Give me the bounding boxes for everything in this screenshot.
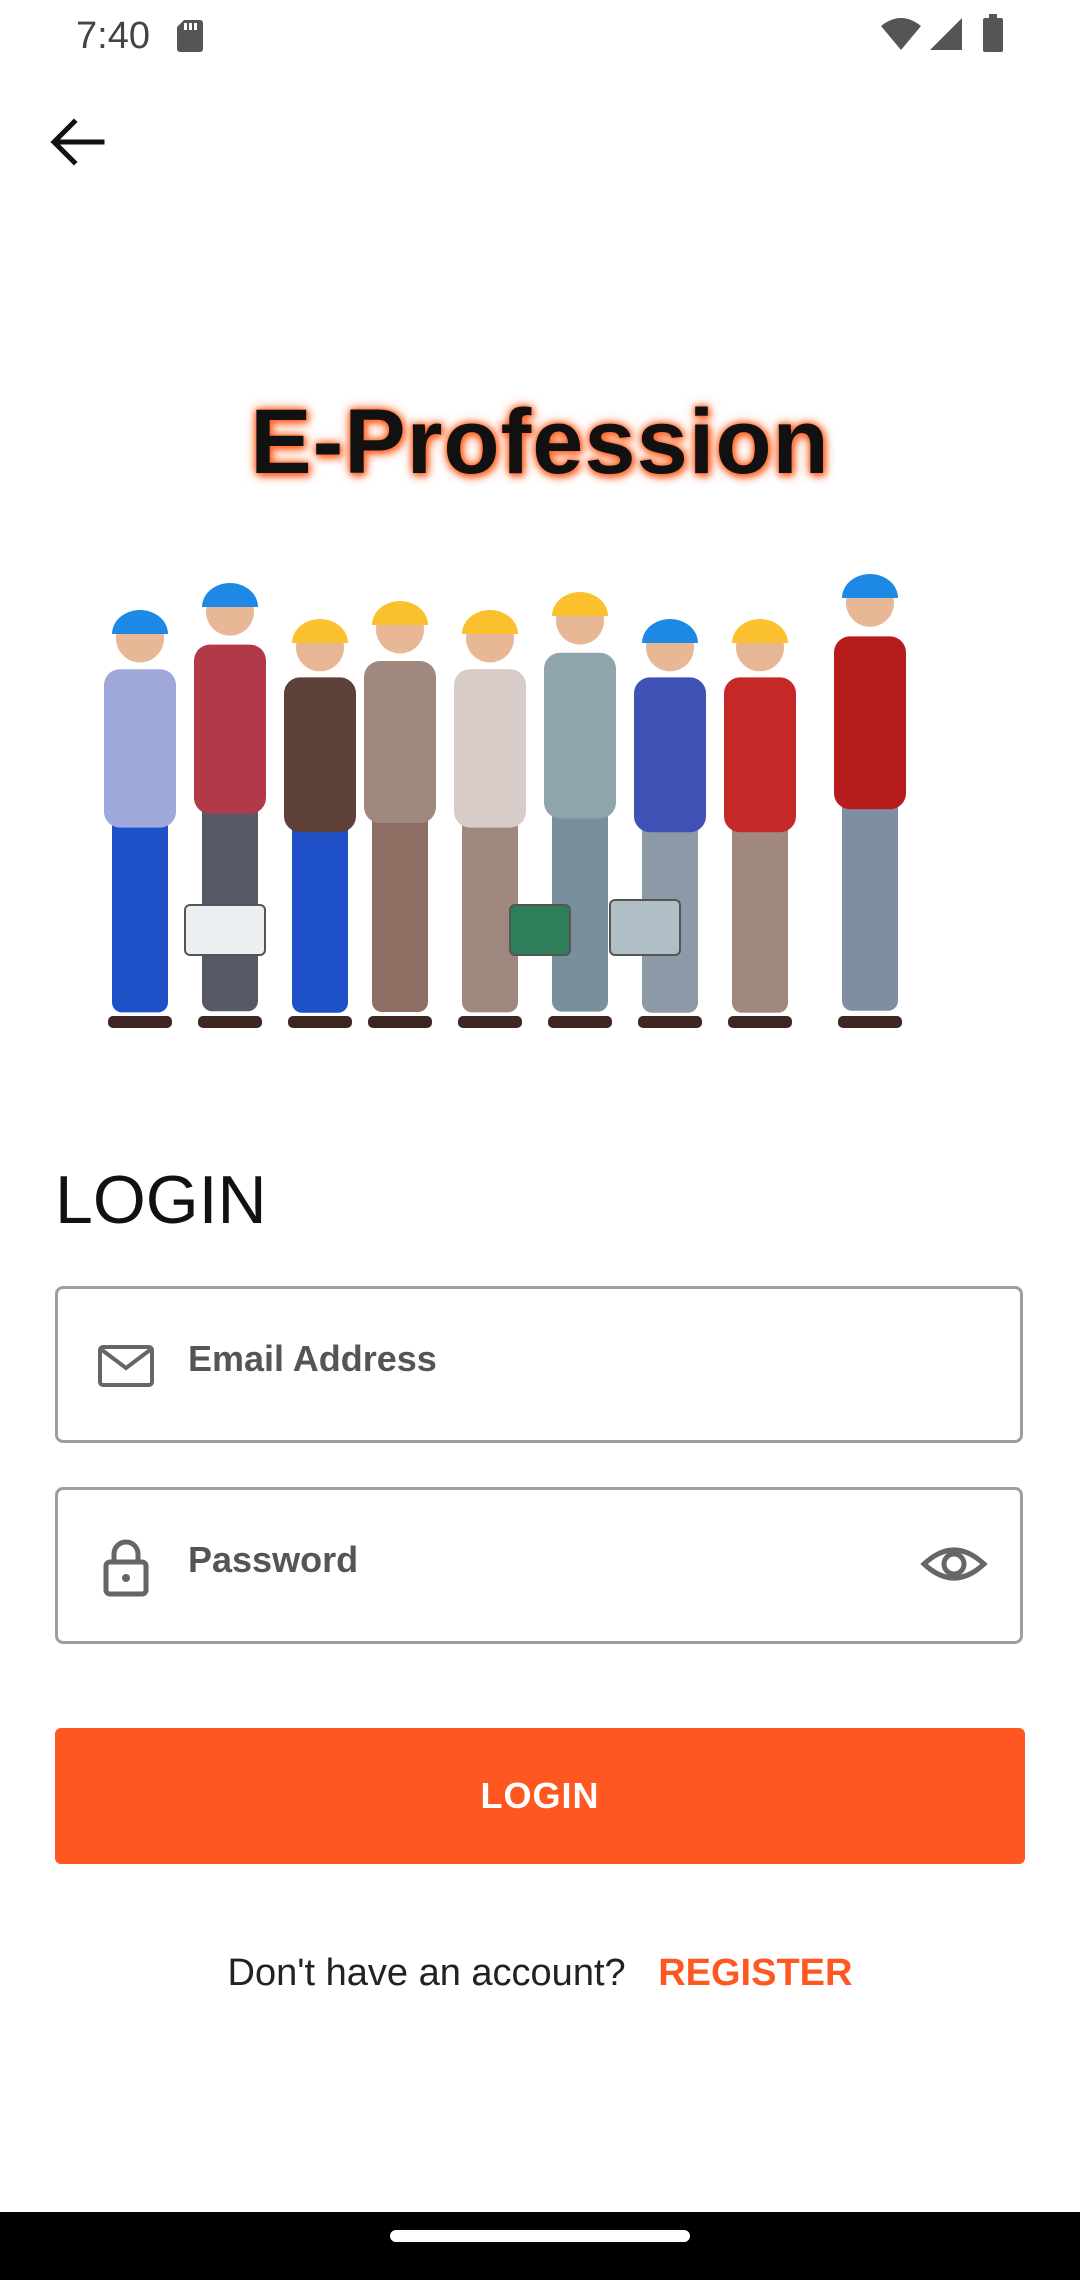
back-arrow-icon — [50, 118, 105, 166]
eye-icon — [920, 1547, 988, 1581]
login-screen: 7:40 E-Profession LOGIN Email Address LO… — [0, 0, 1080, 2280]
wifi-icon — [881, 18, 921, 50]
worker-figure-part — [288, 1016, 352, 1028]
home-gesture-handle[interactable] — [390, 2230, 690, 2242]
toolbox — [509, 904, 571, 956]
worker-figure-part — [112, 810, 168, 1013]
system-nav-bar — [0, 2212, 1080, 2280]
register-row: Don't have an account? REGISTER — [0, 1946, 1080, 2000]
toolbox — [609, 899, 681, 956]
register-link[interactable]: REGISTER — [658, 1952, 852, 1994]
worker-figure-part — [838, 1016, 902, 1028]
worker-figure-part — [724, 677, 796, 833]
worker-figure-part — [732, 619, 788, 643]
worker-figure-part — [634, 677, 706, 833]
login-heading: LOGIN — [55, 1162, 267, 1238]
worker-figure-part — [364, 661, 436, 823]
worker-figure-part — [642, 619, 698, 643]
battery-icon — [983, 14, 1003, 52]
worker-figure-part — [104, 669, 176, 828]
worker-figure-part — [462, 610, 518, 634]
password-visibility-toggle[interactable] — [918, 1528, 990, 1600]
worker-figure-part — [198, 1016, 262, 1028]
worker-figure-part — [842, 790, 898, 1011]
worker-figure-part — [112, 610, 168, 634]
lock-icon — [103, 1539, 149, 1597]
worker-figure-part — [194, 644, 266, 814]
register-prompt: Don't have an account? — [227, 1952, 626, 1994]
worker-figure-part — [732, 815, 788, 1013]
worker-figure-part — [202, 583, 258, 607]
status-time: 7:40 — [76, 15, 150, 57]
mail-icon — [98, 1345, 154, 1387]
worker-figure-part — [552, 592, 608, 616]
email-input[interactable] — [188, 1329, 888, 1389]
worker-figure-part — [842, 574, 898, 598]
toolbox — [184, 904, 266, 956]
app-title: E-Profession — [250, 391, 830, 493]
sd-card-icon — [177, 20, 203, 52]
worker-figure-part — [834, 636, 906, 810]
back-button[interactable] — [40, 104, 116, 180]
worker-figure-part — [638, 1016, 702, 1028]
status-bar: 7:40 — [0, 0, 1080, 72]
worker-figure-part — [292, 619, 348, 643]
email-field[interactable] — [55, 1286, 1023, 1443]
worker-figure-part — [108, 1016, 172, 1028]
worker-figure-part — [544, 652, 616, 819]
worker-figure-part — [548, 1016, 612, 1028]
password-input[interactable] — [188, 1530, 888, 1590]
worker-figure-part — [728, 1016, 792, 1028]
worker-figure-part — [284, 677, 356, 833]
worker-figure-part — [458, 1016, 522, 1028]
worker-figure-part — [372, 601, 428, 625]
workers-illustration — [104, 574, 906, 1028]
login-button[interactable]: LOGIN — [55, 1728, 1025, 1864]
worker-figure-part — [454, 669, 526, 828]
worker-figure-part — [202, 795, 258, 1012]
worker-figure-part — [368, 1016, 432, 1028]
signal-icon — [930, 18, 962, 50]
worker-figure-part — [372, 805, 428, 1012]
password-field[interactable] — [55, 1487, 1023, 1644]
worker-figure-part — [292, 815, 348, 1013]
